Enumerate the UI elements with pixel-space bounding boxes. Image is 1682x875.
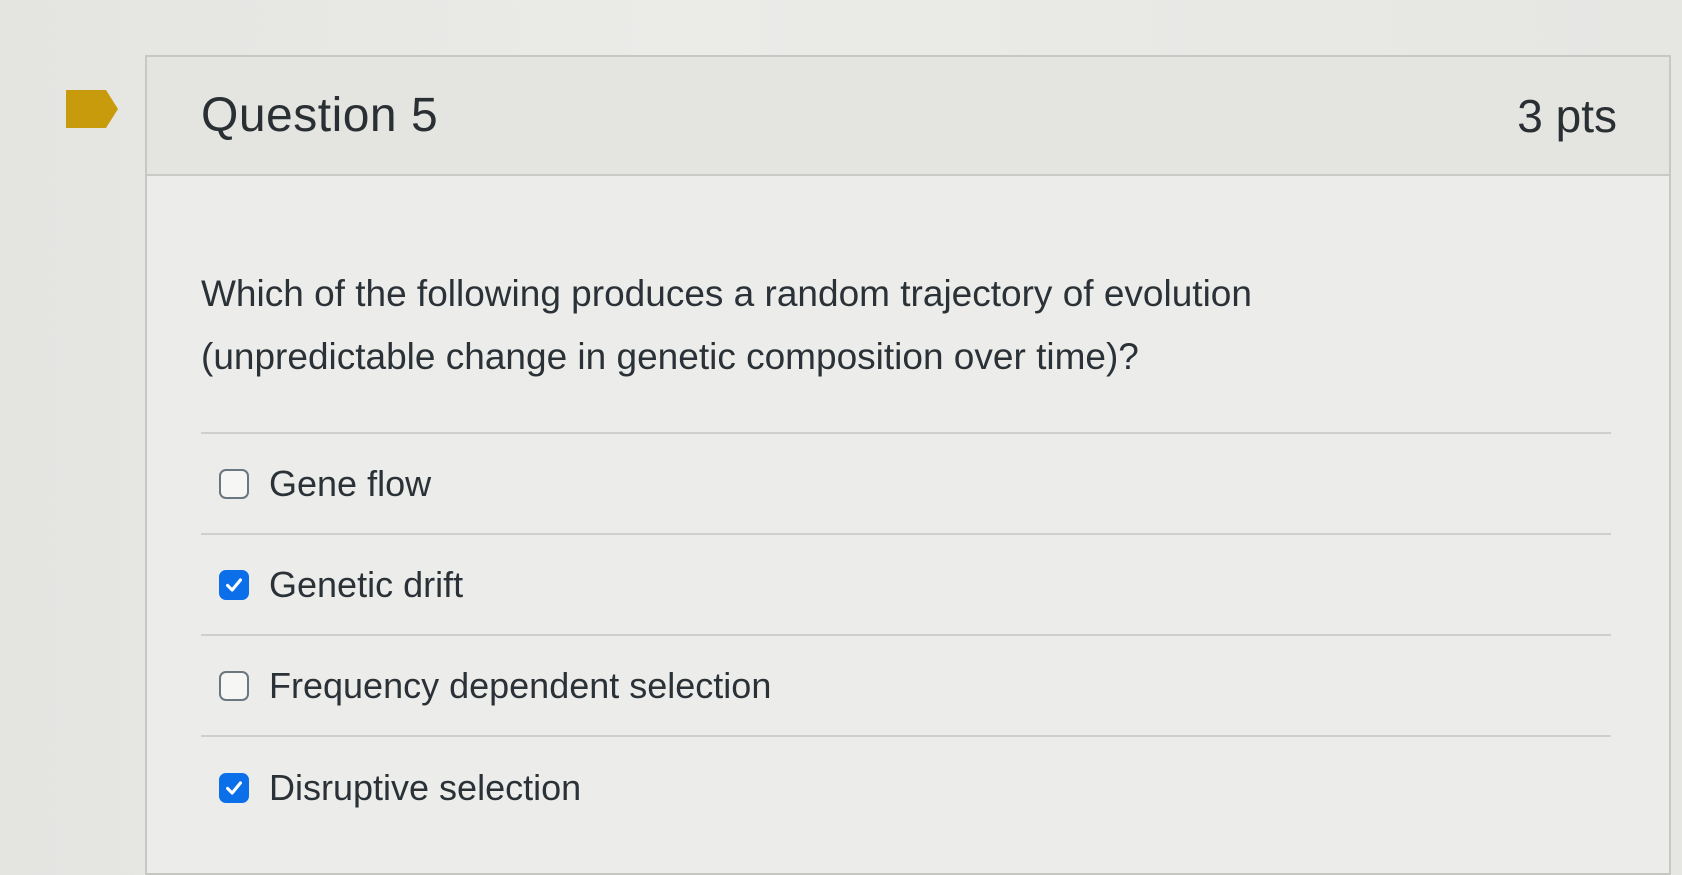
question-header: Question 5 3 pts: [147, 57, 1669, 176]
checkmark-icon: [226, 780, 242, 795]
answer-label: Gene flow: [269, 462, 432, 504]
answer-checkbox[interactable]: [219, 670, 249, 701]
answer-option[interactable]: Genetic drift: [201, 535, 1611, 636]
answer-option[interactable]: Gene flow: [201, 434, 1611, 535]
answer-label: Disruptive selection: [269, 766, 582, 808]
answer-checkbox[interactable]: [219, 772, 249, 803]
question-points: 3 pts: [1517, 89, 1617, 142]
answer-list: Gene flow Genetic drift Frequency depend…: [201, 432, 1611, 838]
question-card: Question 5 3 pts Which of the following …: [145, 55, 1671, 875]
checkmark-icon: [226, 577, 242, 592]
question-title: Question 5: [201, 89, 439, 142]
question-text: Which of the following produces a random…: [201, 262, 1611, 388]
question-body: Which of the following produces a random…: [147, 176, 1669, 838]
question-text-line-1: Which of the following produces a random…: [201, 273, 1252, 314]
question-text-line-2: (unpredictable change in genetic composi…: [201, 336, 1139, 377]
answer-label: Genetic drift: [269, 563, 464, 605]
answer-label: Frequency dependent selection: [269, 664, 772, 706]
answer-checkbox[interactable]: [219, 569, 249, 600]
flag-question-icon[interactable]: [66, 90, 118, 128]
answer-checkbox[interactable]: [219, 468, 249, 499]
answer-option[interactable]: Frequency dependent selection: [201, 636, 1611, 737]
answer-option[interactable]: Disruptive selection: [201, 737, 1611, 838]
